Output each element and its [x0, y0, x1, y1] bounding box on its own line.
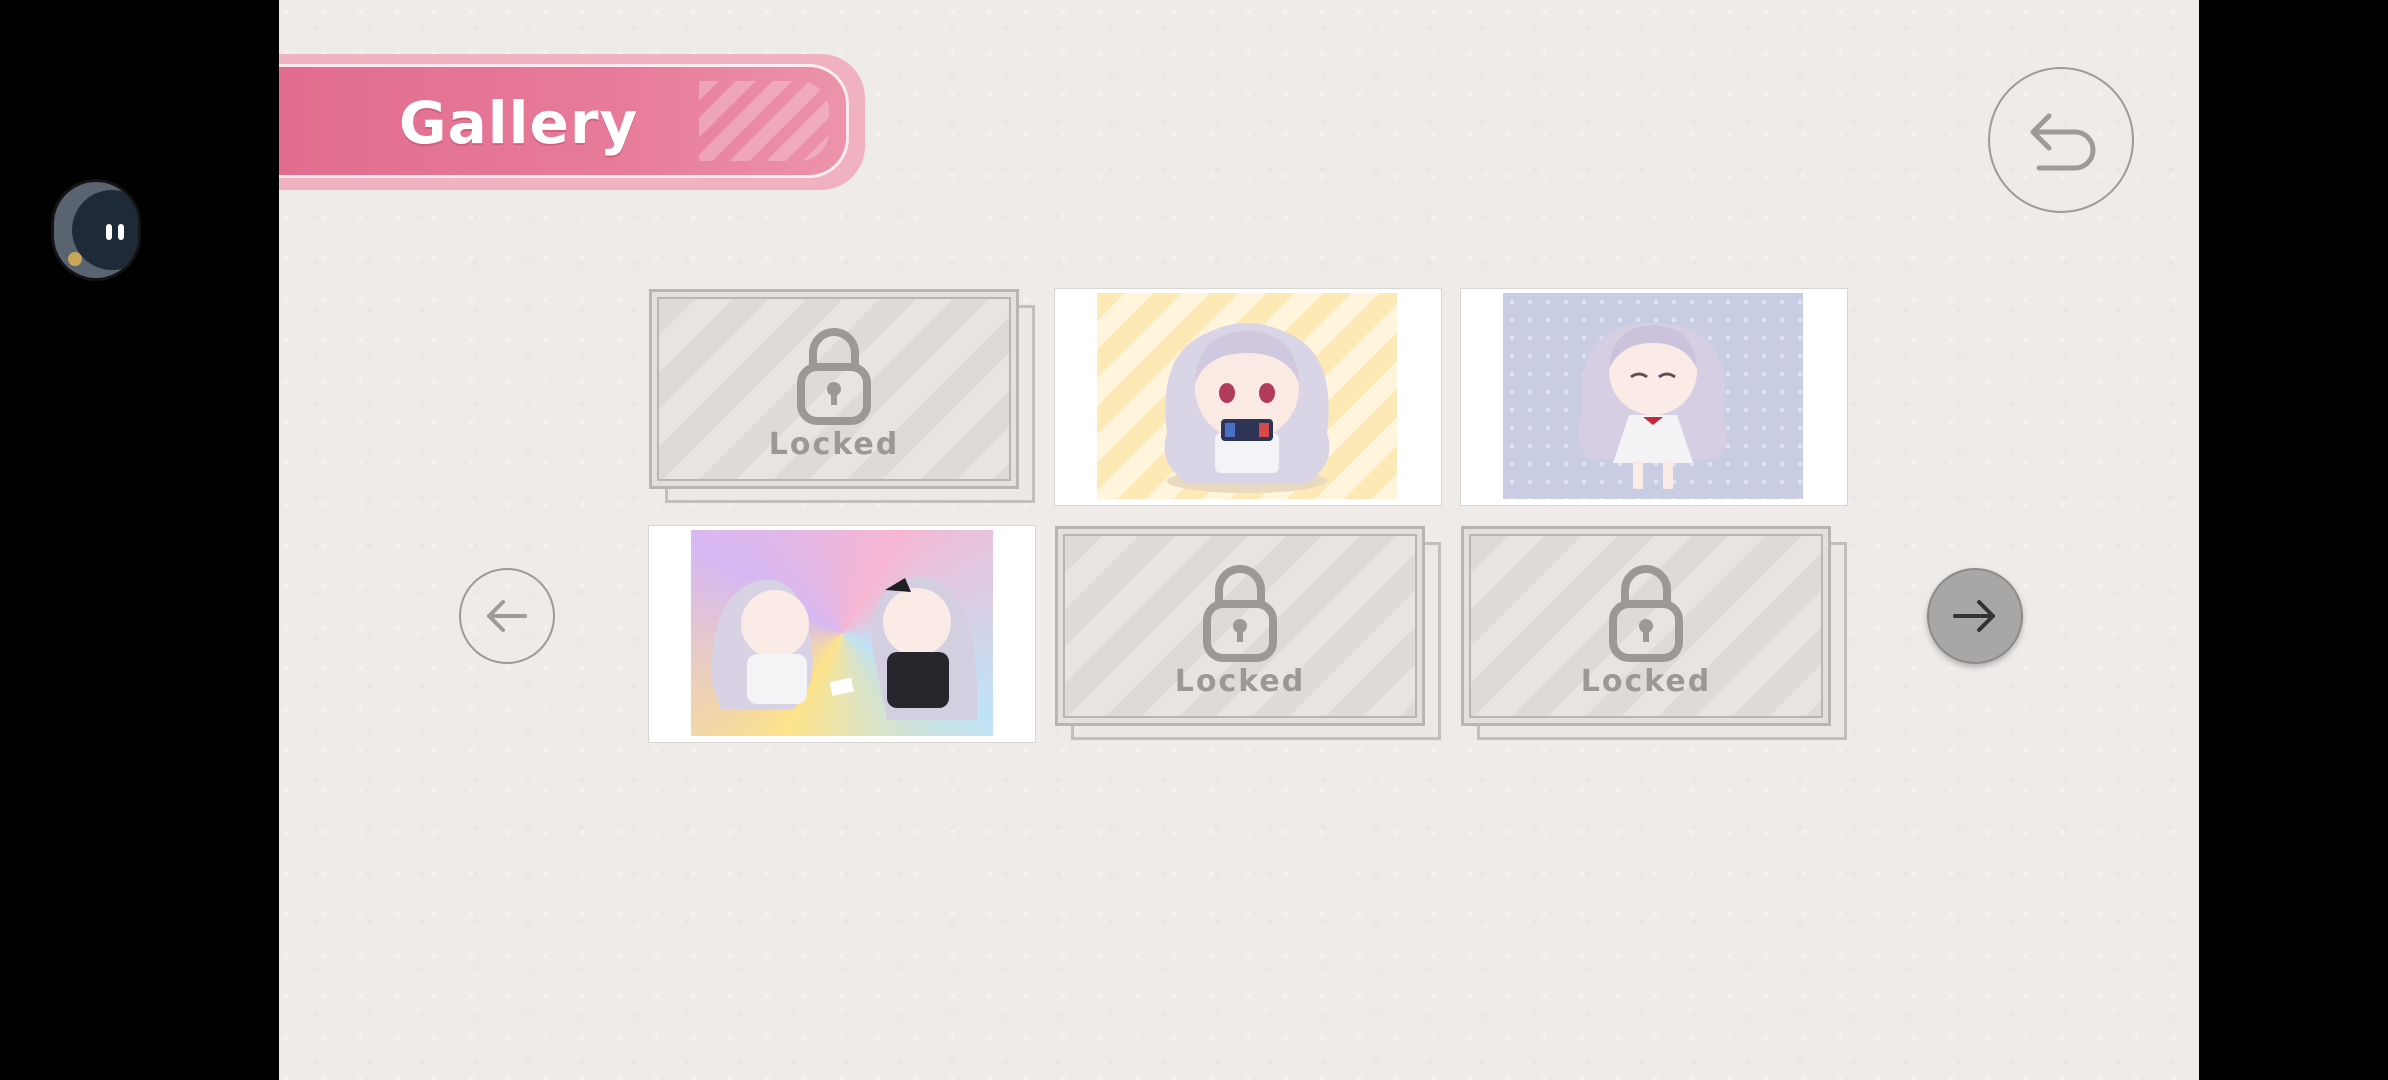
gallery-item-3[interactable]	[1461, 289, 1847, 505]
chibi-girl-with-game-console-image	[1164, 323, 1330, 493]
gallery-item-5[interactable]: Locked	[1055, 526, 1441, 740]
gallery-screen: Gallery Locked Locked Locked	[279, 0, 2199, 1080]
locked-label: Locked	[1174, 664, 1306, 699]
page-title: Gallery	[399, 89, 639, 157]
locked-label: Locked	[768, 427, 900, 462]
gallery-thumbnail	[1097, 293, 1397, 499]
padlock-icon	[1609, 565, 1683, 662]
padlock-icon	[1203, 565, 1277, 662]
assistant-badge-dot	[68, 252, 82, 266]
gallery-thumbnail	[1503, 293, 1803, 499]
undo-arrow-icon	[2030, 113, 2096, 171]
back-button[interactable]	[1988, 67, 2134, 213]
arrow-right-icon	[1953, 600, 1995, 632]
gallery-item-2[interactable]	[1055, 289, 1441, 505]
locked-label: Locked	[1580, 664, 1712, 699]
gallery-item-6[interactable]: Locked	[1461, 526, 1847, 740]
gallery-item-1[interactable]: Locked	[649, 289, 1035, 503]
floating-assistant-button[interactable]	[54, 182, 138, 278]
gallery-thumbnail	[691, 530, 993, 736]
title-banner: Gallery	[279, 54, 865, 190]
previous-page-button[interactable]	[459, 568, 555, 664]
gallery-item-4[interactable]	[649, 526, 1035, 742]
two-chibi-girls-playing-cards-image	[711, 576, 977, 720]
arrow-left-icon	[487, 600, 527, 632]
next-page-button[interactable]	[1927, 568, 2023, 664]
banner-stripes-decoration	[699, 81, 829, 161]
chibi-girl-standing-image	[1579, 323, 1727, 489]
padlock-icon	[797, 328, 871, 425]
